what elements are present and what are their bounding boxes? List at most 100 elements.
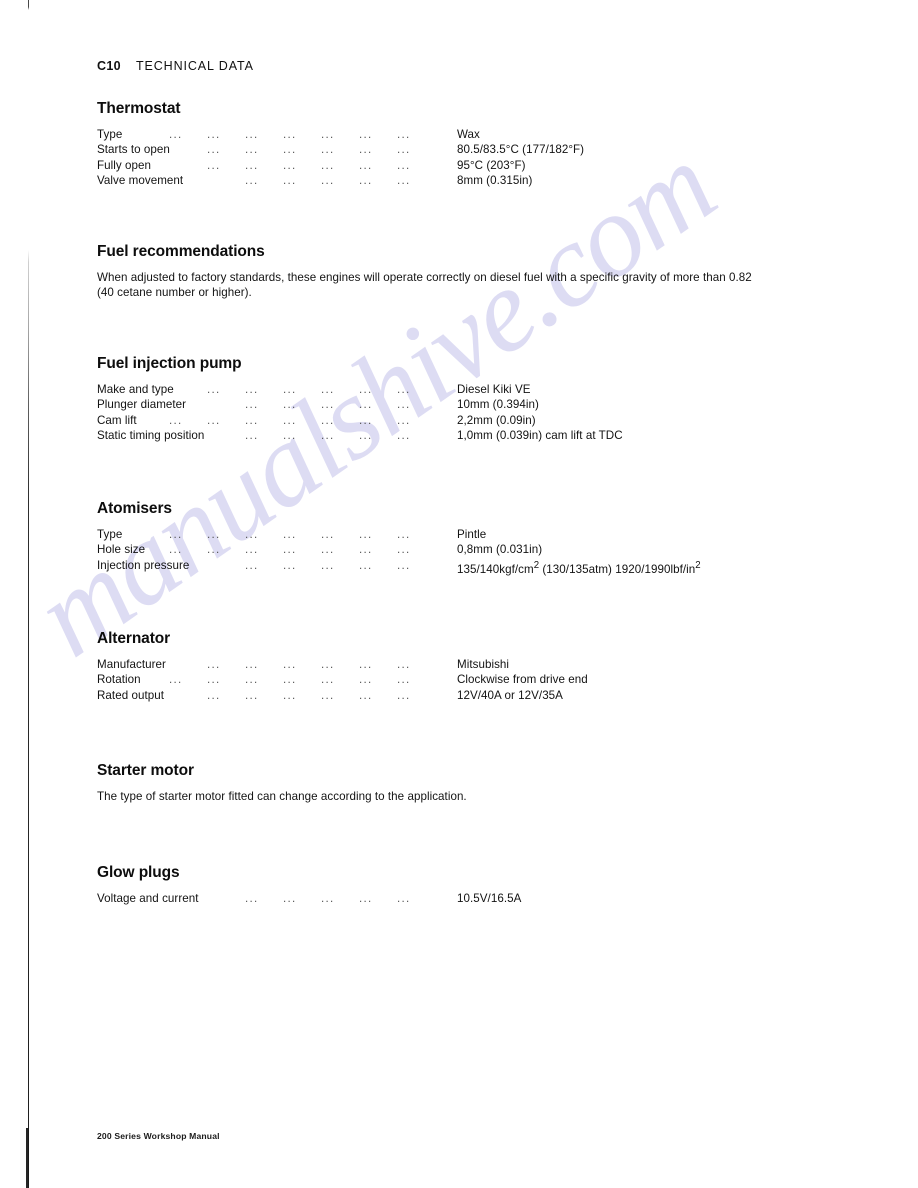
dot-leader: ... — [245, 143, 259, 157]
dot-leader: ... — [169, 673, 183, 687]
dot-leader: ... — [169, 528, 183, 541]
dot-leader: ... — [283, 413, 297, 427]
page-binding-edge-foot-artifact — [26, 1128, 29, 1188]
dot-leader: ... — [359, 558, 373, 572]
section-heading-fuel-recommendations: Fuel recommendations — [97, 243, 265, 260]
dot-leader: ... — [245, 174, 259, 188]
dot-leader: ... — [397, 174, 411, 188]
section-heading-glow-plugs: Glow plugs — [97, 864, 180, 881]
spec-label: Fully open — [97, 158, 151, 172]
spec-row: Hole size..................... 0,8mm (0.0… — [97, 542, 797, 557]
dot-leader: ... — [283, 658, 297, 671]
section-fuel-recommendations: Fuel recommendations When adjusted to fac… — [97, 243, 797, 300]
chapter-title: TECHNICAL DATA — [135, 59, 254, 73]
section-heading-thermostat: Thermostat — [97, 100, 181, 117]
dot-leader: ... — [359, 383, 373, 396]
section-body-starter-motor: The type of starter motor fitted can cha… — [97, 790, 467, 803]
spec-row: Make and type.................. Diesel Ki… — [97, 382, 797, 397]
spec-label: Cam lift — [97, 413, 137, 427]
spec-label: Injection pressure — [97, 558, 190, 572]
dot-leader: ... — [283, 528, 297, 541]
dot-leader: ... — [245, 543, 259, 557]
dot-leader: ... — [321, 398, 335, 412]
spec-label: Static timing position — [97, 429, 205, 443]
dot-leader: ... — [207, 143, 221, 157]
spec-label: Type — [97, 128, 123, 141]
section-starter-motor: Starter motor The type of starter motor f… — [97, 762, 797, 804]
spec-value: Clockwise from drive end — [457, 673, 588, 687]
dot-leader: ... — [397, 673, 411, 687]
dot-leader: ... — [359, 892, 373, 905]
spec-value: 10mm (0.394in) — [457, 398, 539, 412]
dot-leader: ... — [321, 543, 335, 557]
section-body-fuel-recommendations: When adjusted to factory standards, thes… — [97, 271, 752, 300]
dot-leader: ... — [397, 398, 411, 412]
dot-leader: ... — [397, 383, 411, 396]
dot-leader: ... — [397, 128, 411, 141]
dot-leader: ... — [207, 413, 221, 427]
chapter-code: C10 — [97, 59, 121, 73]
dot-leader: ... — [321, 429, 335, 443]
spec-label: Rotation — [97, 673, 141, 687]
section-atomisers: Atomisers Type..................... Pintle… — [97, 500, 797, 576]
dot-leader: ... — [245, 128, 259, 141]
dot-leader: ... — [245, 383, 259, 396]
dot-leader: ... — [245, 673, 259, 687]
dot-leader: ... — [207, 658, 221, 671]
spec-value: 12V/40A or 12V/35A — [457, 688, 563, 702]
spec-value: 1,0mm (0.039in) cam lift at TDC — [457, 429, 623, 443]
dot-leader: ... — [283, 429, 297, 443]
dot-leader: ... — [321, 688, 335, 702]
document-page: manualshive.com C10 TECHNICAL DATA Therm… — [0, 0, 918, 1188]
dot-leader: ... — [321, 658, 335, 671]
dot-leader: ... — [321, 528, 335, 541]
spec-row: Voltage and current............... 10.5V/… — [97, 891, 797, 906]
dot-leader: ... — [245, 413, 259, 427]
spec-row: Manufacturer.................. Mitsubishi — [97, 657, 797, 672]
dot-leader: ... — [397, 688, 411, 702]
section-fuel-injection-pump: Fuel injection pump Make and type........… — [97, 355, 797, 444]
spec-value: Mitsubishi — [457, 658, 510, 671]
dot-leader: ... — [359, 688, 373, 702]
spec-label: Make and type — [97, 383, 174, 396]
dot-leader: ... — [397, 158, 411, 172]
dot-leader: ... — [169, 543, 183, 557]
spec-list-thermostat: Type..................... Wax Starts to op… — [97, 127, 797, 189]
spec-list-alternator: Manufacturer.................. Mitsubishi… — [97, 657, 797, 703]
dot-leader: ... — [245, 658, 259, 671]
dot-leader: ... — [207, 673, 221, 687]
dot-leader: ... — [359, 658, 373, 671]
dot-leader: ... — [207, 383, 221, 396]
dot-leader: ... — [245, 558, 259, 572]
spec-value: 0,8mm (0.031in) — [457, 543, 543, 557]
dot-leader: ... — [321, 174, 335, 188]
dot-leader: ... — [245, 528, 259, 541]
dot-leader: ... — [359, 398, 373, 412]
spec-value: 135/140kgf/cm2 (130/135atm) 1920/1990lbf… — [457, 559, 701, 576]
dot-leader: ... — [397, 413, 411, 427]
dot-leader: ... — [397, 143, 411, 157]
dot-leader: ... — [321, 143, 335, 157]
dot-leader: ... — [321, 383, 335, 396]
spec-value: 8mm (0.315in) — [457, 174, 533, 188]
dot-leader: ... — [207, 688, 221, 702]
dot-leader: ... — [245, 429, 259, 443]
dot-leader: ... — [283, 383, 297, 396]
spec-value: 95°C (203°F) — [457, 158, 526, 172]
dot-leader: ... — [397, 558, 411, 572]
section-heading-atomisers: Atomisers — [97, 500, 172, 517]
spec-row: Plunger diameter............... 10mm (0.3… — [97, 397, 797, 412]
dot-leader: ... — [321, 558, 335, 572]
dot-leader: ... — [321, 892, 335, 905]
chapter-header: C10 TECHNICAL DATA — [97, 59, 254, 73]
spec-row: Cam lift..................... 2,2mm (0.09… — [97, 413, 797, 428]
spec-list-fuel-injection-pump: Make and type.................. Diesel Ki… — [97, 382, 797, 444]
dot-leader: ... — [321, 673, 335, 687]
spec-value: Wax — [457, 128, 480, 141]
dot-leader: ... — [283, 158, 297, 172]
dot-leader: ... — [283, 673, 297, 687]
dot-leader: ... — [283, 543, 297, 557]
section-heading-alternator: Alternator — [97, 630, 171, 647]
spec-label: Valve movement — [97, 174, 184, 188]
dot-leader: ... — [359, 174, 373, 188]
